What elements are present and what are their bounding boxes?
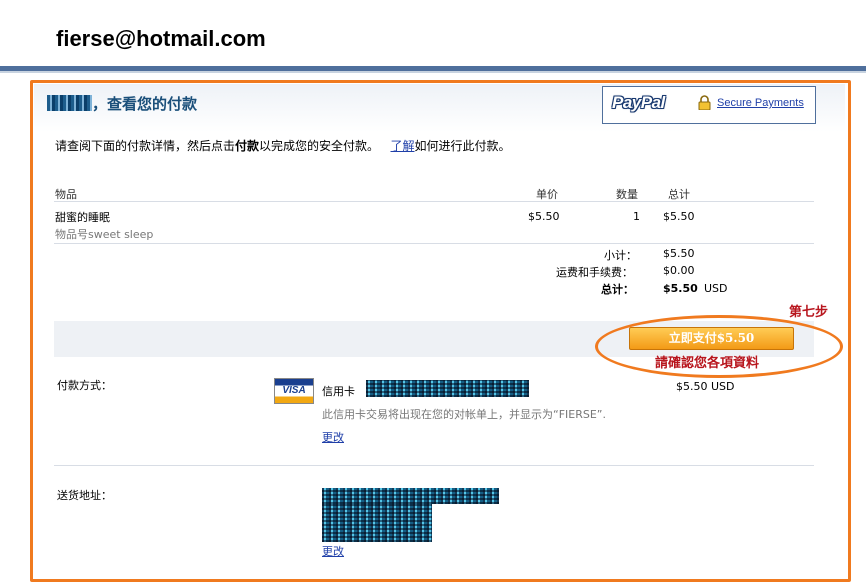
confirm-annotation: 請確認您各項資料	[655, 356, 760, 371]
redacted-name	[47, 95, 92, 111]
item-price: $5.50	[528, 210, 560, 223]
intro-part2: 以完成您的安全付款。	[259, 139, 380, 153]
item-total: $5.50	[663, 210, 695, 223]
visa-logo-text: VISA	[282, 385, 306, 396]
lock-icon	[698, 95, 711, 110]
header-divider	[54, 201, 814, 202]
item-name: 甜蜜的睡眠	[55, 211, 110, 224]
change-payment-link[interactable]: 更改	[322, 429, 344, 445]
paypal-logo: PayPal	[612, 93, 665, 112]
item-divider	[54, 243, 814, 244]
payment-method-label: 付款方式：	[57, 379, 112, 392]
col-header-item: 物品	[55, 188, 77, 201]
redacted-card-number	[366, 380, 529, 397]
redacted-address-line1	[322, 488, 499, 504]
col-header-total: 总计	[668, 188, 690, 201]
total-currency: USD	[704, 282, 728, 295]
redacted-address-line2	[322, 504, 432, 542]
step-annotation: 第七步	[789, 305, 829, 320]
payment-amount: $5.50 USD	[676, 380, 735, 393]
col-header-price: 单价	[536, 188, 558, 201]
account-email: fierse@hotmail.com	[56, 26, 266, 51]
intro-part3: 如何进行此付款。	[414, 139, 511, 153]
learn-more-link[interactable]: 了解	[391, 139, 415, 153]
secure-payments-link[interactable]: Secure Payments	[717, 97, 804, 109]
card-type: 信用卡	[322, 385, 355, 398]
shipping-address-label: 送货地址：	[57, 489, 112, 502]
total-value: $5.50	[663, 282, 698, 295]
visa-card-icon: VISA	[274, 378, 314, 404]
shipping-fee-label: 运费和手续费：	[556, 266, 633, 279]
item-qty: 1	[633, 210, 640, 223]
total-label: 总计：	[601, 283, 634, 296]
subtotal-label: 小计：	[604, 249, 637, 262]
change-address-link[interactable]: 更改	[322, 543, 344, 559]
section-divider	[54, 465, 814, 466]
card-statement-note: 此信用卡交易将出现在您的对帐单上，并显示为“FIERSE”.	[322, 408, 606, 421]
item-sku: 物品号sweet sleep	[55, 228, 154, 241]
subtotal-value: $5.50	[663, 247, 695, 260]
top-divider-shadow	[0, 71, 866, 73]
col-header-qty: 数量	[616, 188, 638, 201]
intro-part1: 请查阅下面的付款详情，然后点击	[55, 139, 236, 153]
intro-text: 请查阅下面的付款详情，然后点击付款以完成您的安全付款。 了解如何进行此付款。	[55, 137, 511, 154]
shipping-fee-value: $0.00	[663, 264, 695, 277]
page-title: ，查看您的付款	[92, 95, 198, 113]
intro-bold: 付款	[235, 139, 260, 153]
